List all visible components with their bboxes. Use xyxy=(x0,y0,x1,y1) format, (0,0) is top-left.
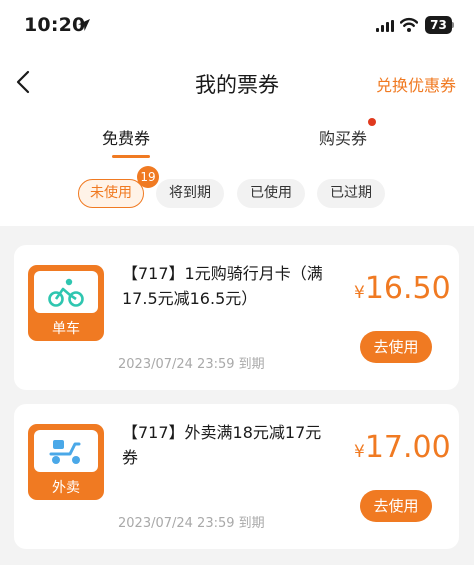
coupon-price: ¥17.00 xyxy=(354,430,451,465)
coupon-title: 【717】1元购骑行月卡（满17.5元减16.5元） xyxy=(122,264,323,308)
price-value: 16.50 xyxy=(364,271,451,306)
unused-count-badge: 19 xyxy=(137,166,159,188)
coupon-card[interactable]: 单车 【717】1元购骑行月卡（满17.5元减16.5元） 2023/07/24… xyxy=(14,245,459,390)
battery-indicator: 73 xyxy=(425,16,455,34)
currency-symbol: ¥ xyxy=(354,283,365,303)
price-value: 17.00 xyxy=(364,430,451,465)
ticket-notch-right xyxy=(99,447,104,457)
coupon-card[interactable]: 外卖 【717】外卖满18元减17元券 2023/07/24 23:59 到期 … xyxy=(14,404,459,549)
back-icon[interactable] xyxy=(12,68,36,96)
coupon-thumbnail: 单车 xyxy=(28,265,104,341)
cellular-signal-icon xyxy=(376,20,394,32)
scooter-icon xyxy=(49,440,81,464)
ticket-notch-left xyxy=(28,288,33,298)
battery-percent: 73 xyxy=(430,18,447,32)
coupon-title: 【717】外卖满18元减17元券 xyxy=(122,423,322,467)
use-coupon-button[interactable]: 去使用 xyxy=(360,490,432,522)
tab-free-coupons[interactable]: 免费券 xyxy=(102,125,150,149)
battery-nub xyxy=(452,22,454,28)
ticket-face xyxy=(34,271,98,313)
coupon-expiry: 2023/07/24 23:59 到期 xyxy=(118,516,265,531)
ticket-notch-right xyxy=(99,288,104,298)
ticket-notch-left xyxy=(28,447,33,457)
coupon-price: ¥16.50 xyxy=(354,271,451,306)
coupon-thumbnail: 外卖 xyxy=(28,424,104,500)
wifi-icon xyxy=(400,17,418,32)
coupon-category: 外卖 xyxy=(52,480,80,496)
coupon-expiry: 2023/07/24 23:59 到期 xyxy=(118,357,265,372)
coupon-category: 单车 xyxy=(52,321,80,337)
exchange-coupon-link[interactable]: 兑换优惠券 xyxy=(376,72,456,96)
new-dot-badge xyxy=(368,118,376,126)
filter-expired[interactable]: 已过期 xyxy=(317,179,385,208)
tab-purchased-coupons[interactable]: 购买券 xyxy=(319,125,367,149)
filter-used[interactable]: 已使用 xyxy=(237,179,305,208)
page-title: 我的票券 xyxy=(195,73,279,97)
active-tab-indicator xyxy=(112,155,150,158)
filter-expiring[interactable]: 将到期 xyxy=(156,179,224,208)
filter-unused[interactable]: 未使用 xyxy=(78,179,144,208)
bicycle-icon xyxy=(48,278,84,307)
use-coupon-button[interactable]: 去使用 xyxy=(360,331,432,363)
location-arrow-icon xyxy=(78,19,90,31)
currency-symbol: ¥ xyxy=(354,442,365,462)
ticket-face xyxy=(34,430,98,472)
